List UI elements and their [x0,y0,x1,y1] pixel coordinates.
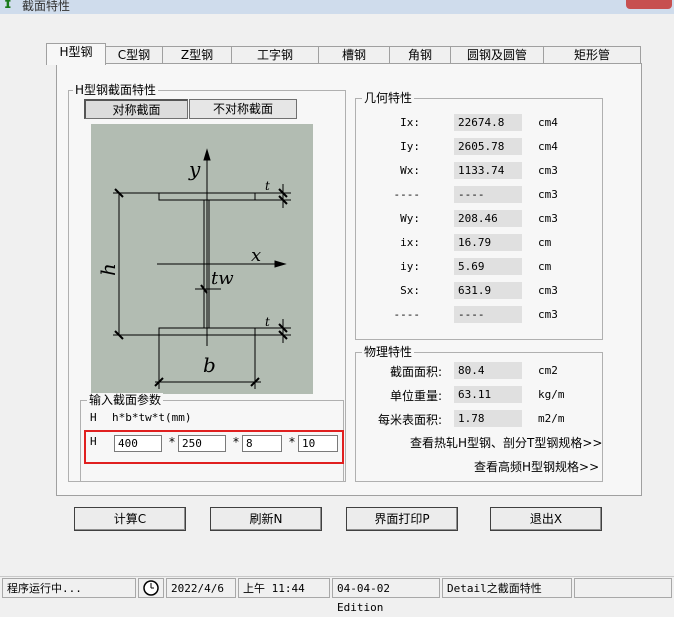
status-running: 程序运行中... [2,578,136,598]
tab-label: 矩形管 [573,48,610,62]
physical-label: 每米表面积: [377,413,442,427]
window-title: 截面特性 [22,0,71,13]
physical-value: 1.78 [454,410,522,427]
geometry-value: 208.46 [454,210,522,227]
physical-unit: m2/m [538,412,565,425]
hot-rolled-spec-link[interactable]: 查看热轧H型钢、剖分T型钢规格>> [410,434,602,451]
tab-label: 圆钢及圆管 [466,48,527,62]
geometry-unit: cm [538,236,552,249]
section-group-title: H型钢截面特性 [73,83,159,97]
physical-group-title: 物理特性 [362,345,415,359]
tab-h-steel[interactable]: H型钢 [46,43,106,65]
geometry-unit: cm3 [538,164,558,177]
geometry-unit: cm4 [538,140,558,153]
separator: * [289,435,295,449]
tab-channel[interactable]: 槽钢 [318,46,390,63]
app-icon: ɪ [4,0,12,12]
physical-unit: cm2 [538,364,558,377]
hint-format: h*b*tw*t(mm) [112,411,192,424]
high-freq-spec-link[interactable]: 查看高频H型钢规格>> [474,458,599,475]
physical-unit: kg/m [538,388,565,401]
tab-label: 槽钢 [341,48,366,62]
tab-label: 角钢 [407,48,432,62]
status-time: 上午 11:44 [238,578,330,598]
geometry-value: 5.69 [454,258,522,275]
status-date: 2022/4/6 [166,578,236,598]
h-label: h [96,263,120,276]
status-empty [574,578,672,598]
asymmetric-section-button[interactable]: 不对称截面 [189,99,297,119]
status-detail: Detail之截面特性 [442,578,572,598]
row-label: H [90,435,97,448]
print-button[interactable]: 界面打印P [346,507,458,531]
geometry-label: Iy: [400,140,420,153]
hint-label: H [90,411,97,424]
geometry-value: 631.9 [454,282,522,299]
close-button[interactable] [626,0,672,9]
status-version: 04-04-02 Edition [332,578,440,614]
tab-label: Z型钢 [180,48,214,62]
separator: * [233,435,239,449]
width-input[interactable]: 250 [178,435,226,452]
physical-value: 63.11 [454,386,522,403]
geometry-unit: cm3 [538,284,558,297]
geometry-unit: cm3 [538,212,558,225]
h-section-svg: y x h b tw t t [96,148,291,389]
geometry-label: Wy: [400,212,420,225]
separator: * [169,435,175,449]
tab-label: H型钢 [59,45,93,59]
h-section-diagram: y x h b tw t t [91,124,313,394]
tab-z-steel[interactable]: Z型钢 [162,46,232,63]
web-thickness-input[interactable]: 8 [242,435,282,452]
tab-rect-tube[interactable]: 矩形管 [543,46,641,63]
y-axis-label: y [188,157,201,181]
geometry-value: ---- [454,306,522,323]
geometry-unit: cm3 [538,188,558,201]
geometry-value: 2605.78 [454,138,522,155]
symmetric-section-button[interactable]: 对称截面 [84,99,188,119]
geometry-label: ix: [400,236,420,249]
tab-i-beam[interactable]: 工字钢 [231,46,319,63]
geometry-group-title: 几何特性 [362,91,415,105]
geometry-unit: cm4 [538,116,558,129]
tab-label: C型钢 [117,48,151,62]
geometry-label: Wx: [400,164,420,177]
geometry-unit: cm [538,260,552,273]
tab-round[interactable]: 圆钢及圆管 [450,46,544,63]
x-axis-label: x [251,245,261,266]
b-label: b [203,353,216,377]
geometry-label: Sx: [400,284,420,297]
title-bar: ɪ 截面特性 [0,0,674,14]
tab-label: 工字钢 [256,48,293,62]
exit-button[interactable]: 退出X [490,507,602,531]
geometry-label: iy: [400,260,420,273]
flange-thickness-input[interactable]: 10 [298,435,338,452]
geometry-label: ---- [393,308,421,321]
clock-icon [138,578,164,598]
physical-value: 80.4 [454,362,522,379]
height-input[interactable]: 400 [114,435,162,452]
geometry-value: 22674.8 [454,114,522,131]
geometry-label: ---- [393,188,421,201]
input-group-title: 输入截面参数 [87,393,164,407]
t-top-label: t [265,179,270,193]
calculate-button[interactable]: 计算C [74,507,186,531]
refresh-button[interactable]: 刷新N [210,507,322,531]
geometry-value: ---- [454,186,522,203]
tab-c-steel[interactable]: C型钢 [105,46,163,63]
tw-label: tw [211,268,234,289]
t-bottom-label: t [265,315,270,329]
geometry-label: Ix: [400,116,420,129]
physical-label: 单位重量: [389,389,442,403]
tab-angle[interactable]: 角钢 [389,46,451,63]
geometry-value: 16.79 [454,234,522,251]
clock-icon-svg [143,580,159,596]
physical-label: 截面面积: [389,365,442,379]
geometry-unit: cm3 [538,308,558,321]
geometry-value: 1133.74 [454,162,522,179]
